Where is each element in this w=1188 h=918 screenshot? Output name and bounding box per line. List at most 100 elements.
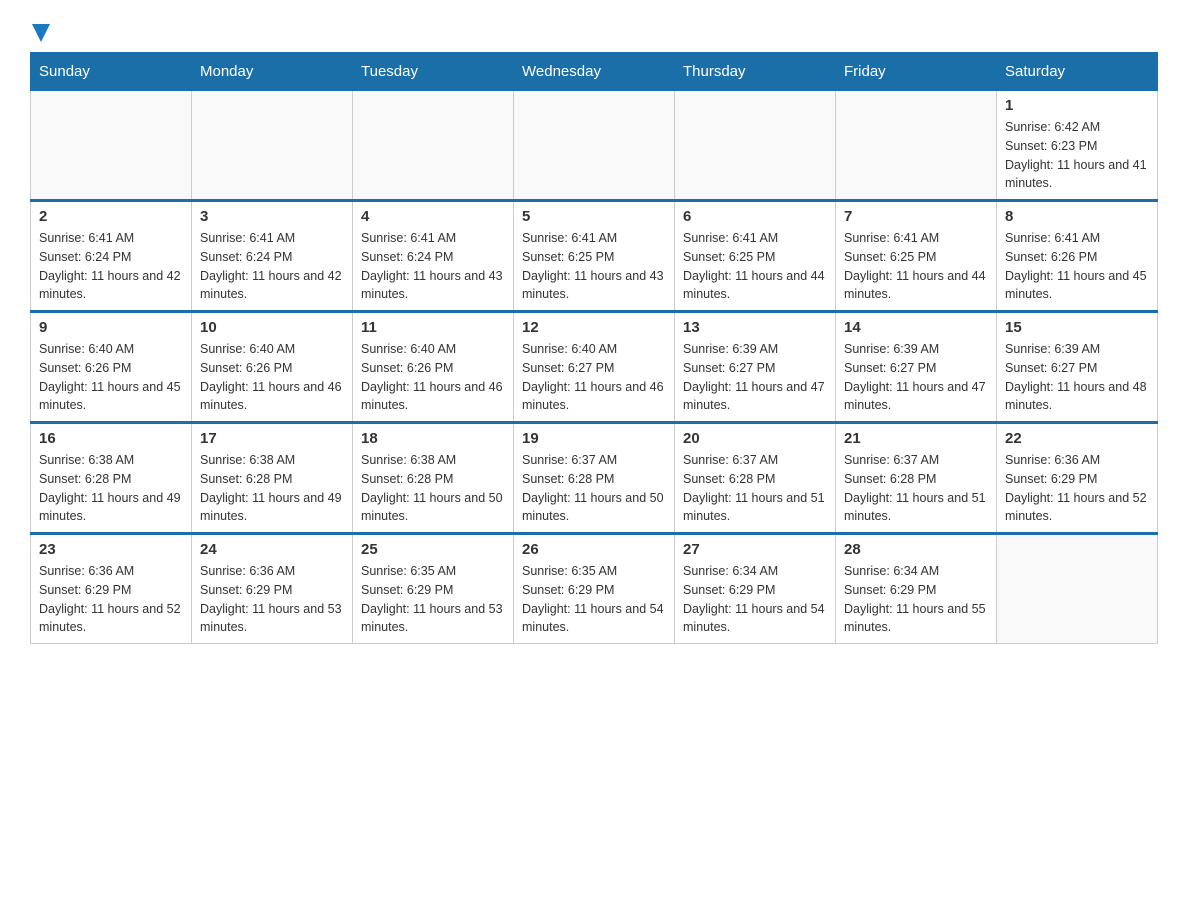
page-header [30,20,1158,42]
day-info: Sunrise: 6:42 AMSunset: 6:23 PMDaylight:… [1005,118,1149,193]
calendar-cell: 21 Sunrise: 6:37 AMSunset: 6:28 PMDayligh… [836,423,997,534]
calendar-cell: 18 Sunrise: 6:38 AMSunset: 6:28 PMDayligh… [353,423,514,534]
calendar-cell: 16Sunrise: 6:38 AMSunset: 6:28 PMDayligh… [31,423,192,534]
day-info: Sunrise: 6:41 AMSunset: 6:26 PMDaylight:… [1005,229,1149,304]
day-number: 23 [39,541,183,558]
day-info: Sunrise: 6:40 AMSunset: 6:26 PMDaylight:… [361,340,505,415]
calendar-cell: 19 Sunrise: 6:37 AMSunset: 6:28 PMDayligh… [514,423,675,534]
day-info: Sunrise: 6:40 AMSunset: 6:26 PMDaylight:… [200,340,344,415]
calendar-cell: 13Sunrise: 6:39 AMSunset: 6:27 PMDayligh… [675,312,836,423]
day-number: 19 [522,430,666,447]
day-number: 15 [1005,319,1149,336]
calendar-cell [997,534,1158,644]
logo-triangle-icon [32,24,50,42]
day-number: 8 [1005,208,1149,225]
day-info: Sunrise: 6:34 AMSunset: 6:29 PMDaylight:… [683,562,827,637]
day-info: Sunrise: 6:40 AMSunset: 6:26 PMDaylight:… [39,340,183,415]
calendar-header-row: SundayMondayTuesdayWednesdayThursdayFrid… [31,53,1158,91]
day-number: 7 [844,208,988,225]
calendar-cell: 2 Sunrise: 6:41 AMSunset: 6:24 PMDaylight… [31,201,192,312]
calendar-week-row: 1 Sunrise: 6:42 AMSunset: 6:23 PMDaylight… [31,91,1158,201]
calendar-cell: 6 Sunrise: 6:41 AMSunset: 6:25 PMDaylight… [675,201,836,312]
day-number: 25 [361,541,505,558]
calendar-cell: 14Sunrise: 6:39 AMSunset: 6:27 PMDayligh… [836,312,997,423]
calendar-cell: 22 Sunrise: 6:36 AMSunset: 6:29 PMDayligh… [997,423,1158,534]
calendar-cell [353,91,514,201]
day-info: Sunrise: 6:36 AMSunset: 6:29 PMDaylight:… [1005,451,1149,526]
day-info: Sunrise: 6:38 AMSunset: 6:28 PMDaylight:… [361,451,505,526]
day-number: 20 [683,430,827,447]
weekday-header-monday: Monday [192,53,353,91]
calendar-cell: 8 Sunrise: 6:41 AMSunset: 6:26 PMDaylight… [997,201,1158,312]
calendar-cell: 11 Sunrise: 6:40 AMSunset: 6:26 PMDayligh… [353,312,514,423]
day-number: 5 [522,208,666,225]
day-number: 28 [844,541,988,558]
day-info: Sunrise: 6:37 AMSunset: 6:28 PMDaylight:… [522,451,666,526]
day-number: 9 [39,319,183,336]
day-number: 17 [200,430,344,447]
day-info: Sunrise: 6:37 AMSunset: 6:28 PMDaylight:… [683,451,827,526]
day-number: 3 [200,208,344,225]
day-info: Sunrise: 6:41 AMSunset: 6:25 PMDaylight:… [844,229,988,304]
calendar-cell: 5 Sunrise: 6:41 AMSunset: 6:25 PMDaylight… [514,201,675,312]
calendar-cell: 27 Sunrise: 6:34 AMSunset: 6:29 PMDayligh… [675,534,836,644]
day-info: Sunrise: 6:41 AMSunset: 6:24 PMDaylight:… [200,229,344,304]
day-number: 4 [361,208,505,225]
day-info: Sunrise: 6:38 AMSunset: 6:28 PMDaylight:… [200,451,344,526]
day-info: Sunrise: 6:41 AMSunset: 6:24 PMDaylight:… [361,229,505,304]
day-number: 1 [1005,97,1149,114]
calendar-week-row: 16Sunrise: 6:38 AMSunset: 6:28 PMDayligh… [31,423,1158,534]
calendar-week-row: 23 Sunrise: 6:36 AMSunset: 6:29 PMDayligh… [31,534,1158,644]
day-number: 18 [361,430,505,447]
calendar-cell [31,91,192,201]
calendar-cell: 10 Sunrise: 6:40 AMSunset: 6:26 PMDayligh… [192,312,353,423]
day-number: 14 [844,319,988,336]
calendar-cell: 1 Sunrise: 6:42 AMSunset: 6:23 PMDaylight… [997,91,1158,201]
calendar-cell: 3 Sunrise: 6:41 AMSunset: 6:24 PMDaylight… [192,201,353,312]
calendar-week-row: 2 Sunrise: 6:41 AMSunset: 6:24 PMDaylight… [31,201,1158,312]
calendar-cell: 12 Sunrise: 6:40 AMSunset: 6:27 PMDayligh… [514,312,675,423]
logo [30,20,50,42]
day-number: 6 [683,208,827,225]
calendar-cell: 20 Sunrise: 6:37 AMSunset: 6:28 PMDayligh… [675,423,836,534]
day-info: Sunrise: 6:36 AMSunset: 6:29 PMDaylight:… [200,562,344,637]
calendar-cell [836,91,997,201]
day-number: 22 [1005,430,1149,447]
day-info: Sunrise: 6:40 AMSunset: 6:27 PMDaylight:… [522,340,666,415]
weekday-header-sunday: Sunday [31,53,192,91]
calendar-cell: 15Sunrise: 6:39 AMSunset: 6:27 PMDayligh… [997,312,1158,423]
calendar-cell: 28 Sunrise: 6:34 AMSunset: 6:29 PMDayligh… [836,534,997,644]
calendar-cell [675,91,836,201]
day-number: 24 [200,541,344,558]
day-number: 21 [844,430,988,447]
calendar-table: SundayMondayTuesdayWednesdayThursdayFrid… [30,52,1158,644]
calendar-cell: 24 Sunrise: 6:36 AMSunset: 6:29 PMDayligh… [192,534,353,644]
day-number: 26 [522,541,666,558]
calendar-cell: 25Sunrise: 6:35 AMSunset: 6:29 PMDayligh… [353,534,514,644]
day-number: 2 [39,208,183,225]
calendar-cell: 23 Sunrise: 6:36 AMSunset: 6:29 PMDayligh… [31,534,192,644]
calendar-cell: 26Sunrise: 6:35 AMSunset: 6:29 PMDayligh… [514,534,675,644]
calendar-cell: 7 Sunrise: 6:41 AMSunset: 6:25 PMDaylight… [836,201,997,312]
day-info: Sunrise: 6:38 AMSunset: 6:28 PMDaylight:… [39,451,183,526]
weekday-header-thursday: Thursday [675,53,836,91]
day-info: Sunrise: 6:41 AMSunset: 6:24 PMDaylight:… [39,229,183,304]
calendar-week-row: 9 Sunrise: 6:40 AMSunset: 6:26 PMDaylight… [31,312,1158,423]
day-number: 27 [683,541,827,558]
day-number: 12 [522,319,666,336]
day-number: 13 [683,319,827,336]
day-number: 10 [200,319,344,336]
calendar-cell: 17 Sunrise: 6:38 AMSunset: 6:28 PMDayligh… [192,423,353,534]
weekday-header-saturday: Saturday [997,53,1158,91]
day-number: 11 [361,319,505,336]
day-info: Sunrise: 6:41 AMSunset: 6:25 PMDaylight:… [522,229,666,304]
weekday-header-wednesday: Wednesday [514,53,675,91]
day-info: Sunrise: 6:41 AMSunset: 6:25 PMDaylight:… [683,229,827,304]
day-info: Sunrise: 6:34 AMSunset: 6:29 PMDaylight:… [844,562,988,637]
weekday-header-friday: Friday [836,53,997,91]
weekday-header-tuesday: Tuesday [353,53,514,91]
calendar-cell [514,91,675,201]
calendar-cell: 4 Sunrise: 6:41 AMSunset: 6:24 PMDaylight… [353,201,514,312]
day-info: Sunrise: 6:36 AMSunset: 6:29 PMDaylight:… [39,562,183,637]
day-info: Sunrise: 6:37 AMSunset: 6:28 PMDaylight:… [844,451,988,526]
